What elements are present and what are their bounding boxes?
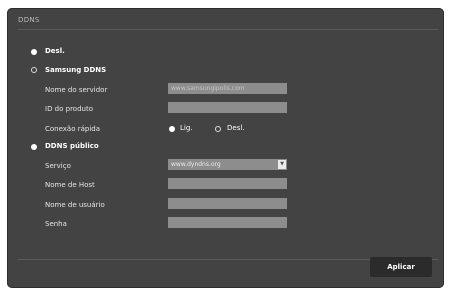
username-label: Nome de usuário (45, 201, 105, 209)
product-id-label: ID do produto (45, 105, 93, 113)
radio-samsung-ddns[interactable] (31, 67, 37, 73)
quick-on-label: Lig. (180, 124, 193, 132)
option-samsung-label: Samsung DDNS (45, 66, 107, 74)
radio-quick-off[interactable] (215, 126, 221, 132)
radio-public-ddns[interactable] (31, 144, 37, 150)
ddns-panel: DDNS Desl. Samsung DDNS Nome do servidor… (7, 8, 444, 288)
chevron-down-icon[interactable]: ▼ (278, 160, 286, 169)
service-select[interactable]: www.dyndns.org ▼ (168, 159, 287, 170)
service-label: Serviço (45, 162, 71, 170)
password-field[interactable] (168, 217, 287, 228)
option-off-label: Desl. (45, 47, 65, 55)
apply-button[interactable]: Aplicar (370, 257, 432, 277)
username-field[interactable] (168, 198, 287, 209)
divider (18, 29, 438, 30)
server-name-label: Nome do servidor (45, 86, 108, 94)
radio-ddns-off[interactable] (31, 49, 37, 55)
host-name-label: Nome de Host (45, 181, 95, 189)
quick-off-label: Desl. (227, 124, 245, 132)
host-name-field[interactable] (168, 178, 287, 189)
password-label: Senha (45, 220, 67, 228)
option-public-label: DDNS público (45, 142, 99, 150)
product-id-field[interactable] (168, 102, 287, 113)
radio-quick-on[interactable] (169, 126, 175, 132)
service-selected-value: www.dyndns.org (171, 161, 221, 168)
server-name-field[interactable]: www.samsungipolis.com (168, 83, 287, 94)
panel-title: DDNS (18, 16, 40, 24)
quick-connect-label: Conexão rápida (45, 125, 101, 133)
